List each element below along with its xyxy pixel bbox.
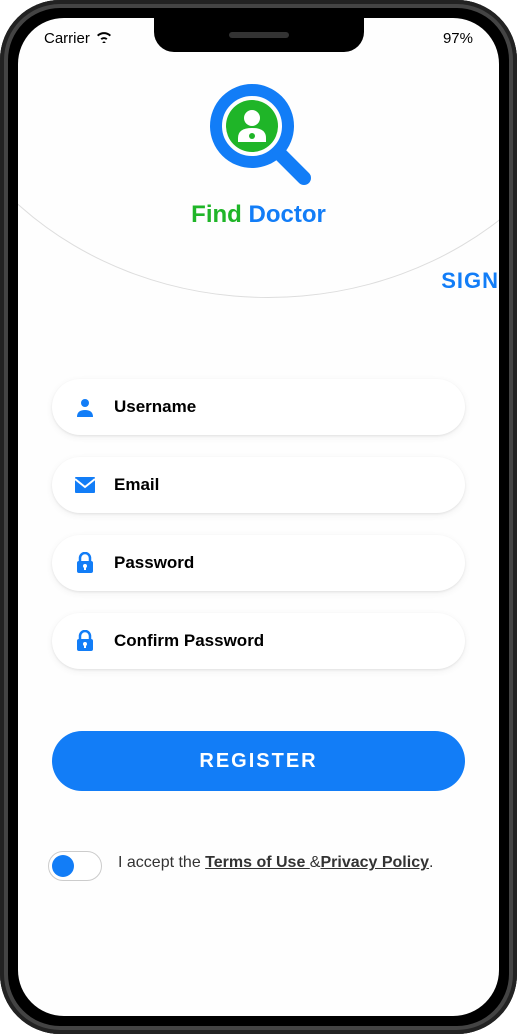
confirm-password-field[interactable]: [52, 613, 465, 669]
privacy-policy-link[interactable]: Privacy Policy: [320, 854, 429, 871]
lock-icon: [74, 630, 96, 652]
accept-terms-toggle[interactable]: [48, 851, 102, 881]
app-name-word1: Find: [191, 201, 242, 228]
terms-prefix: I accept the: [118, 854, 205, 871]
terms-of-use-link[interactable]: Terms of Use: [205, 854, 310, 871]
screen: Carrier 97%: [18, 18, 499, 1016]
mute-switch: [0, 170, 1, 210]
register-form: REGISTER: [18, 379, 499, 791]
terms-text: I accept the Terms of Use &Privacy Polic…: [118, 851, 433, 875]
sign-in-link[interactable]: SIGN: [441, 268, 499, 294]
volume-up-button: [0, 240, 1, 310]
confirm-password-input[interactable]: [114, 631, 443, 651]
speaker: [229, 32, 289, 38]
email-input[interactable]: [114, 475, 443, 495]
terms-row: I accept the Terms of Use &Privacy Polic…: [18, 851, 499, 881]
username-input[interactable]: [114, 397, 443, 417]
toggle-knob: [52, 855, 74, 877]
app-name: Find Doctor: [18, 201, 499, 229]
app-name-word2: Doctor: [248, 201, 325, 228]
terms-period: .: [429, 854, 433, 871]
user-icon: [74, 396, 96, 418]
email-icon: [74, 474, 96, 496]
notch: [154, 18, 364, 52]
volume-down-button: [0, 330, 1, 400]
terms-and: &: [310, 854, 321, 871]
email-field[interactable]: [52, 457, 465, 513]
phone-frame: Carrier 97%: [0, 0, 517, 1034]
lock-icon: [74, 552, 96, 574]
username-field[interactable]: [52, 379, 465, 435]
app-logo-icon: [204, 78, 314, 188]
password-input[interactable]: [114, 553, 443, 573]
register-button[interactable]: REGISTER: [52, 731, 465, 791]
password-field[interactable]: [52, 535, 465, 591]
